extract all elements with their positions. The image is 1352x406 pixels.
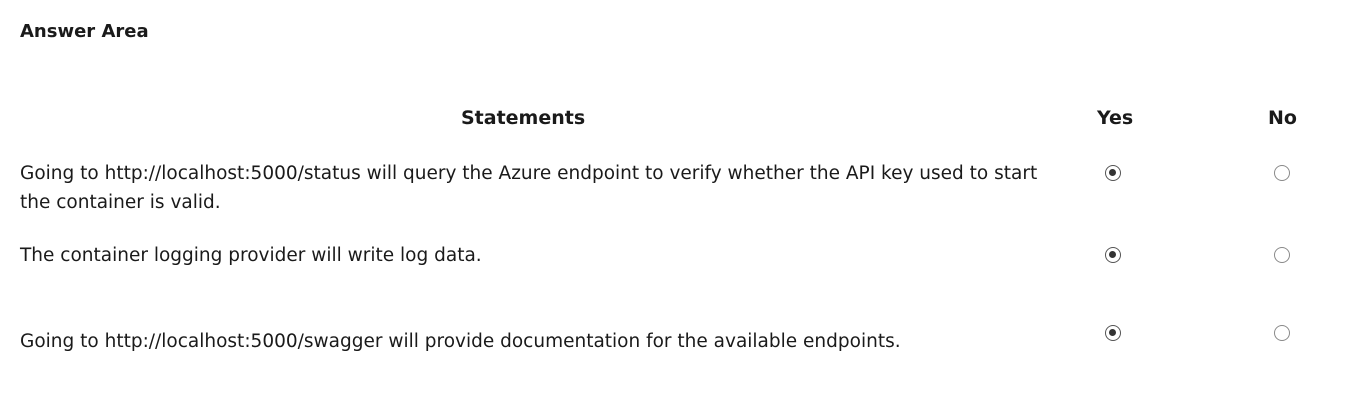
statement-text-1: Going to http://localhost:5000/status wi… xyxy=(20,163,1038,213)
no-radio-1[interactable] xyxy=(1274,165,1290,181)
statement-text-3: Going to http://localhost:5000/swagger w… xyxy=(20,331,901,352)
no-radio-3[interactable] xyxy=(1274,325,1290,341)
yes-radio-1[interactable] xyxy=(1105,165,1121,181)
header-statements: Statements xyxy=(461,107,586,129)
no-radio-2[interactable] xyxy=(1274,247,1290,263)
header-no: No xyxy=(1268,107,1297,129)
statements-table: Statements Yes No Going to http://localh… xyxy=(0,0,1352,406)
yes-radio-3[interactable] xyxy=(1105,325,1121,341)
statement-text-2: The container logging provider will writ… xyxy=(20,245,482,266)
header-yes: Yes xyxy=(1097,107,1134,129)
yes-radio-2[interactable] xyxy=(1105,247,1121,263)
